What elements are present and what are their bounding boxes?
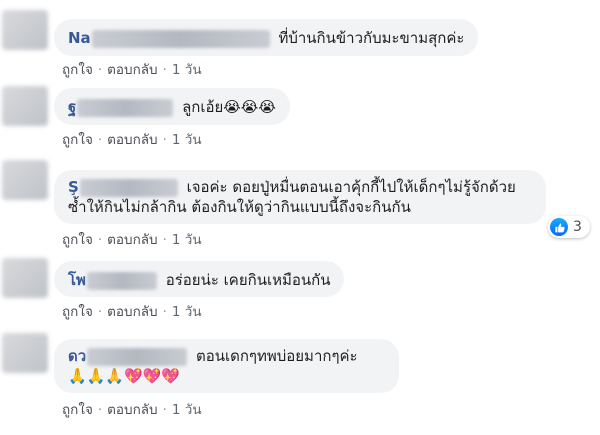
separator: · [162,132,167,148]
separator: · [162,62,167,78]
avatar[interactable] [2,86,48,126]
comment-bubble: โพ อร่อยน่ะ เคยกินเหมือนกัน [54,261,345,297]
like-link[interactable]: ถูกใจ [62,132,93,148]
comment-text: อร่อยน่ะ เคยกินเหมือนกัน [165,271,331,289]
commenter-name[interactable]: Na [68,29,91,47]
reply-link[interactable]: ตอบกลับ [107,232,157,248]
crying-emoji: 😭😭😭 [223,98,276,116]
avatar[interactable] [2,333,48,373]
like-link[interactable]: ถูกใจ [62,304,93,320]
timestamp[interactable]: 1 วัน [172,132,202,148]
comment-text: ตอนเดกๆทพบ่อยมากๆค่ะ [195,347,358,365]
commenter-name[interactable]: ฐ [68,98,76,116]
redacted-name [79,178,178,197]
separator: · [97,62,103,78]
avatar[interactable] [2,160,48,200]
reaction-summary[interactable]: 3 [548,216,590,238]
separator: · [162,304,167,320]
timestamp[interactable]: 1 วัน [172,304,202,320]
like-link[interactable]: ถูกใจ [62,232,93,248]
separator: · [162,402,167,418]
commenter-name[interactable]: โพ [68,271,86,289]
reply-link[interactable]: ตอบกลับ [107,62,157,78]
avatar[interactable] [2,258,48,298]
separator: · [97,304,103,320]
separator: · [97,132,103,148]
comment-text-line-1: เจอค่ะ ดอยปู่หมื่นตอนเอาคุ้กกี้ไปให้เด็ก… [186,178,516,196]
timestamp[interactable]: 1 วัน [172,402,202,418]
timestamp[interactable]: 1 วัน [172,232,202,248]
timestamp[interactable]: 1 วัน [172,62,202,78]
comment-text-line-2: ซ้ำให้กินไม่กล้ากิน ต้องกินให้ดูว่ากินแบ… [68,198,411,216]
separator: · [162,232,167,248]
comment-actions: ถูกใจ · ตอบกลับ · 1 วัน [62,398,202,420]
redacted-name [77,98,174,117]
commenter-name[interactable]: Ş [68,178,79,196]
separator: · [97,232,103,248]
separator: · [97,402,103,418]
comment-text: ที่บ้านกินข้าวกับมะขามสุกค่ะ [278,29,465,47]
reply-link[interactable]: ตอบกลับ [107,402,157,418]
comment-bubble: Ş เจอค่ะ ดอยปู่หมื่นตอนเอาคุ้กกี้ไปให้เด… [54,170,546,224]
like-link[interactable]: ถูกใจ [62,402,93,418]
redacted-name [87,347,188,366]
like-link[interactable]: ถูกใจ [62,62,93,78]
comment-actions: ถูกใจ · ตอบกลับ · 1 วัน [62,228,202,250]
comment-actions: ถูกใจ · ตอบกลับ · 1 วัน [62,300,202,322]
avatar[interactable] [2,10,48,50]
comment-bubble: ดว ตอนเดกๆทพบ่อยมากๆค่ะ 🙏🙏🙏💖💖💖 [54,339,399,393]
like-thumb-icon [550,218,568,236]
prayer-heart-emoji-line: 🙏🙏🙏💖💖💖 [68,367,181,385]
reaction-count: 3 [573,219,582,235]
reply-link[interactable]: ตอบกลับ [107,132,157,148]
comment-bubble: Na ที่บ้านกินข้าวกับมะขามสุกค่ะ [54,19,479,56]
comment-bubble: ฐ ลูกเอ้ย😭😭😭 [54,88,290,125]
comment-actions: ถูกใจ · ตอบกลับ · 1 วัน [62,58,202,80]
commenter-name[interactable]: ดว [68,347,86,365]
comment-text: ลูกเอ้ย [182,98,224,116]
redacted-name [91,29,270,48]
reply-link[interactable]: ตอบกลับ [107,304,157,320]
redacted-name [86,271,157,290]
comment-actions: ถูกใจ · ตอบกลับ · 1 วัน [62,128,202,150]
